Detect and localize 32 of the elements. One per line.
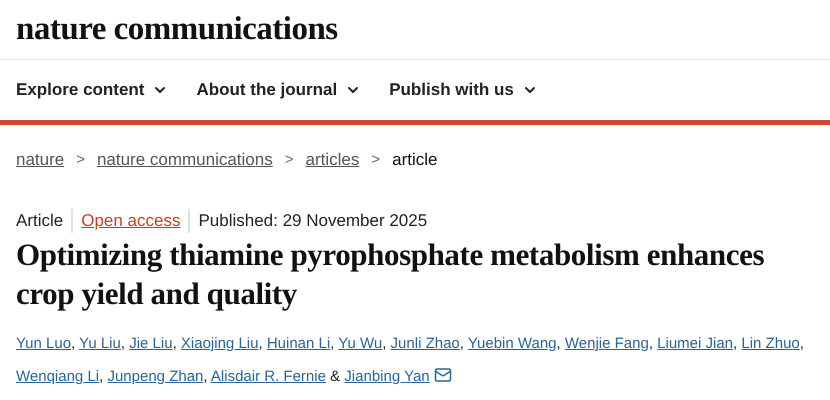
author-link[interactable]: Junpeng Zhan <box>107 368 204 385</box>
author-link[interactable]: Jie Liu <box>129 335 173 352</box>
nav-menu-button[interactable]: Explore content <box>16 77 168 103</box>
breadcrumb-current: article <box>392 149 438 172</box>
nav-menu-button[interactable]: Publish with us <box>389 77 538 103</box>
breadcrumb-separator: > <box>284 150 294 170</box>
author-link[interactable]: Yun Luo <box>16 335 72 352</box>
author-link[interactable]: Xiaojing Liu <box>180 335 258 352</box>
author-link[interactable]: Yu Wu <box>338 335 382 352</box>
breadcrumb-link[interactable]: nature <box>16 147 64 173</box>
author-link[interactable]: Huinan Li <box>266 335 330 352</box>
author-link[interactable]: Junli Zhao <box>390 335 460 352</box>
breadcrumb-link[interactable]: articles <box>306 147 360 173</box>
author-link[interactable]: Liumei Jian <box>657 335 734 352</box>
author-list: Yun Luo, Yu Liu, Jie Liu, Xiaojing Liu, Huinan Li, Yu Wu, Junli Zhao, Yuebin Wang, Wenjie Fang, Liumei Jian, Lin Zhuo, Wenqiang Li, Junpeng Zhan, Alisdair R. Fernie & Jianbing Yan <box>0 313 830 393</box>
open-access-link[interactable]: Open access <box>73 209 190 233</box>
published-date: Published: 29 November 2025 <box>197 210 428 232</box>
article-type: Article <box>16 209 74 233</box>
author-link[interactable]: Yu Liu <box>79 335 121 352</box>
author-link[interactable]: Wenqiang Li <box>16 368 100 385</box>
breadcrumb-link[interactable]: nature communications <box>96 147 273 173</box>
author-link[interactable]: Jianbing Yan <box>344 368 430 385</box>
author-link[interactable]: Lin Zhuo <box>741 335 800 352</box>
nav-menu-button[interactable]: About the journal <box>196 77 362 103</box>
email-icon[interactable] <box>434 366 452 384</box>
breadcrumb-separator: > <box>371 150 380 170</box>
article-title: Optimizing thiamine pyrophosphate metabolism enhances crop yield and quality <box>15 236 766 313</box>
author-link[interactable]: Alisdair R. Fernie <box>210 368 326 385</box>
journal-logo[interactable]: nature communications <box>16 4 338 54</box>
breadcrumb-separator: > <box>76 150 85 170</box>
author-link[interactable]: Wenjie Fang <box>564 335 649 352</box>
author-link[interactable]: Yuebin Wang <box>468 335 557 352</box>
